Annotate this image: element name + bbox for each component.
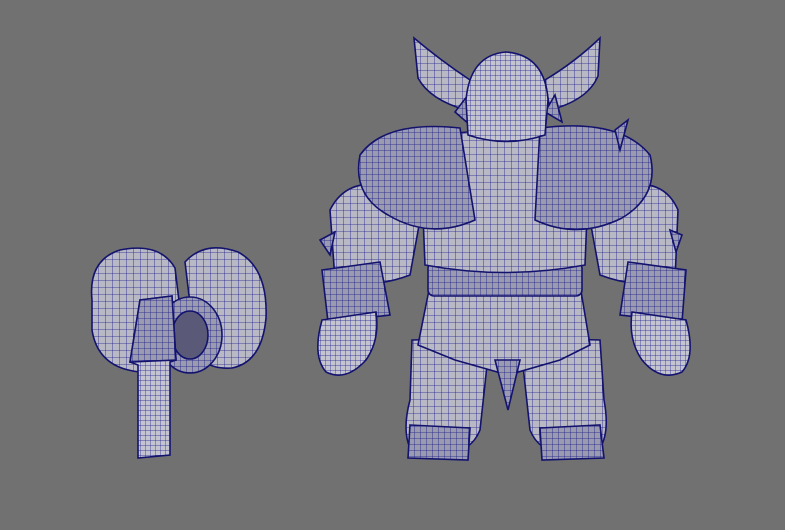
viewport-canvas[interactable]: [0, 0, 785, 530]
hammer-weapon-model[interactable]: [90, 246, 267, 459]
right-boot: [539, 424, 605, 461]
left-bracer: [321, 261, 391, 323]
armored-warrior-back-model[interactable]: [317, 36, 691, 461]
left-hand: [317, 311, 378, 376]
right-hand: [630, 311, 691, 376]
helmet: [465, 51, 549, 143]
helmet-left-wing: [413, 36, 471, 112]
3d-viewport[interactable]: [0, 0, 785, 530]
right-bracer: [619, 261, 687, 323]
left-boot: [407, 424, 471, 461]
